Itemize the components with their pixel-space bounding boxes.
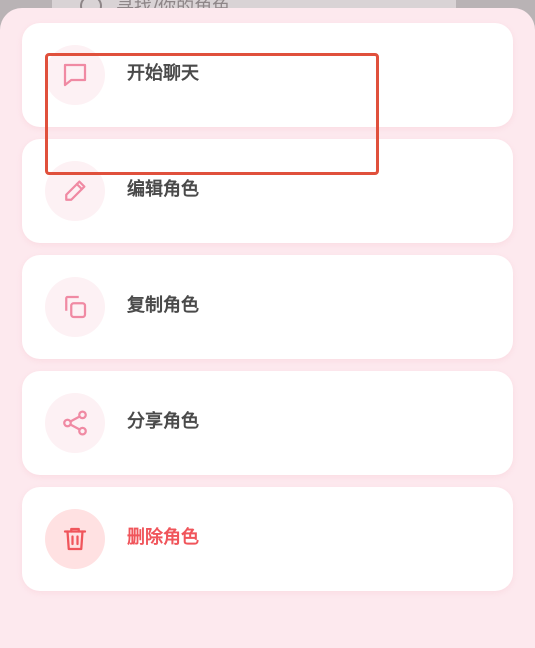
start-chat-icon-badge bbox=[45, 45, 105, 105]
copy-character-button[interactable]: 复制角色 bbox=[22, 255, 513, 359]
pencil-icon bbox=[65, 180, 86, 201]
start-chat-label: 开始聊天 bbox=[127, 63, 199, 84]
edit-character-icon-badge bbox=[45, 161, 105, 221]
share-character-label: 分享角色 bbox=[127, 411, 199, 432]
action-sheet: 开始聊天 编辑角色 复制角色 分享角色 删除角色 bbox=[0, 8, 535, 648]
delete-character-label: 删除角色 bbox=[127, 527, 199, 548]
share-character-button[interactable]: 分享角色 bbox=[22, 371, 513, 475]
edit-character-label: 编辑角色 bbox=[127, 179, 199, 200]
delete-character-button[interactable]: 删除角色 bbox=[22, 487, 513, 591]
copy-character-label: 复制角色 bbox=[127, 295, 199, 316]
share-icon bbox=[63, 410, 87, 436]
copy-icon bbox=[65, 295, 87, 319]
chat-bubble-icon bbox=[63, 63, 87, 87]
edit-character-button[interactable]: 编辑角色 bbox=[22, 139, 513, 243]
delete-character-icon-badge bbox=[45, 509, 105, 569]
start-chat-button[interactable]: 开始聊天 bbox=[22, 23, 513, 127]
share-character-icon-badge bbox=[45, 393, 105, 453]
trash-icon bbox=[63, 527, 87, 551]
copy-character-icon-badge bbox=[45, 277, 105, 337]
